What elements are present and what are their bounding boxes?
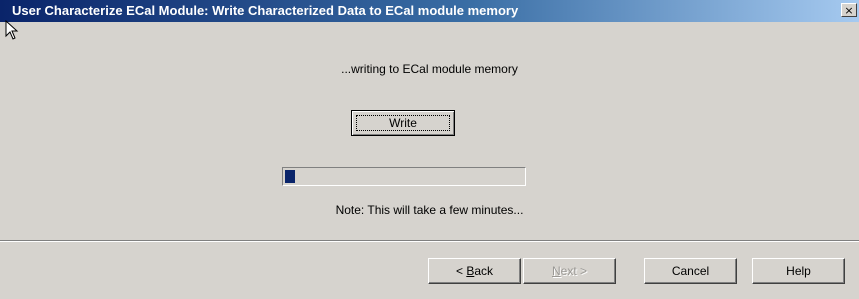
next-button[interactable]: Next > (523, 258, 616, 284)
progress-fill (285, 170, 295, 183)
write-button[interactable]: Write (351, 110, 455, 136)
next-button-label: ext > (560, 264, 588, 278)
cancel-button[interactable]: Cancel (644, 258, 737, 284)
title-bar[interactable]: User Characterize ECal Module: Write Cha… (0, 0, 859, 22)
window-title: User Characterize ECal Module: Write Cha… (12, 3, 519, 18)
back-button[interactable]: < Back (428, 258, 521, 284)
close-button[interactable]: × (841, 3, 857, 17)
help-button-label: Help (786, 264, 811, 278)
back-button-label: ack (474, 264, 494, 278)
separator (0, 240, 859, 242)
note-text: Note: This will take a few minutes... (335, 203, 524, 217)
next-button-accel: N (551, 264, 561, 278)
help-button[interactable]: Help (752, 258, 845, 284)
write-button-label: Write (389, 116, 417, 130)
arrow-cursor-icon (5, 20, 19, 40)
cancel-button-label: Cancel (671, 264, 710, 278)
progress-block (285, 170, 295, 183)
status-text: ...writing to ECal module memory (341, 62, 518, 76)
progress-bar (282, 167, 526, 186)
close-icon: × (844, 4, 854, 17)
back-button-prefix: < (455, 264, 467, 278)
